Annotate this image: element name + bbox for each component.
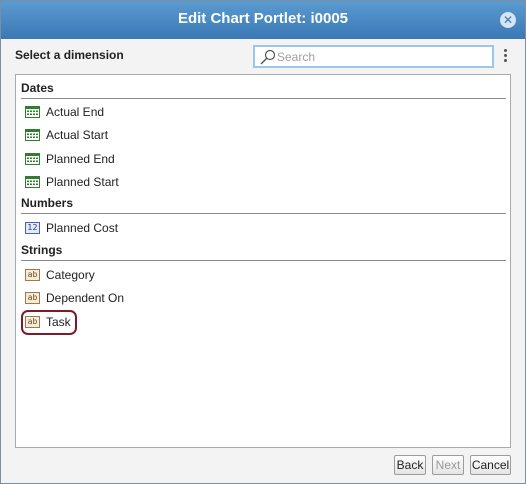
list-item-planned-start[interactable]: Planned Start bbox=[25, 171, 119, 191]
list-item-label: Task bbox=[46, 314, 71, 329]
edit-chart-portlet-dialog: Edit Chart Portlet: i0005 ✕ Select a dim… bbox=[0, 0, 526, 484]
group-header-strings: Strings bbox=[21, 242, 506, 261]
list-item-planned-end[interactable]: Planned End bbox=[25, 148, 115, 168]
list-item-label: Actual Start bbox=[46, 127, 109, 142]
group-header-numbers: Numbers bbox=[21, 195, 506, 214]
list-item-planned-cost[interactable]: 12 Planned Cost bbox=[25, 217, 118, 237]
text-icon: ab bbox=[25, 315, 40, 328]
list-item-label: Planned End bbox=[46, 151, 115, 166]
list-item-label: Planned Start bbox=[46, 174, 119, 189]
list-item-dependent-on[interactable]: ab Dependent On bbox=[25, 287, 124, 307]
text-icon: ab bbox=[25, 268, 40, 281]
list-item-category[interactable]: ab Category bbox=[25, 264, 95, 284]
text-icon: ab bbox=[25, 291, 40, 304]
group-header-dates: Dates bbox=[21, 80, 506, 99]
list-item-task[interactable]: ab Task bbox=[25, 311, 71, 331]
number-icon: 12 bbox=[25, 221, 40, 234]
next-button[interactable]: Next bbox=[432, 455, 464, 475]
calendar-icon bbox=[25, 105, 40, 118]
list-item-label: Category bbox=[46, 267, 95, 282]
calendar-icon bbox=[25, 128, 40, 141]
list-item-actual-start[interactable]: Actual Start bbox=[25, 124, 108, 144]
select-dimension-label: Select a dimension bbox=[15, 48, 124, 62]
list-item-label: Dependent On bbox=[46, 290, 125, 305]
cancel-button[interactable]: Cancel bbox=[470, 455, 511, 475]
search-icon bbox=[260, 49, 276, 65]
list-item-label: Actual End bbox=[46, 104, 105, 119]
dialog-titlebar: Edit Chart Portlet: i0005 ✕ bbox=[1, 1, 525, 39]
more-vertical-icon[interactable] bbox=[501, 48, 509, 64]
calendar-icon bbox=[25, 175, 40, 188]
close-icon[interactable]: ✕ bbox=[500, 12, 516, 28]
search-input[interactable] bbox=[277, 49, 489, 65]
search-field[interactable] bbox=[253, 45, 494, 68]
dimension-list: Dates Actual End Actual Start Planned En… bbox=[15, 74, 511, 448]
list-item-actual-end[interactable]: Actual End bbox=[25, 101, 104, 121]
back-button[interactable]: Back bbox=[394, 455, 426, 475]
dialog-title: Edit Chart Portlet: i0005 bbox=[177, 10, 349, 27]
calendar-icon bbox=[25, 152, 40, 165]
list-item-label: Planned Cost bbox=[46, 220, 119, 235]
